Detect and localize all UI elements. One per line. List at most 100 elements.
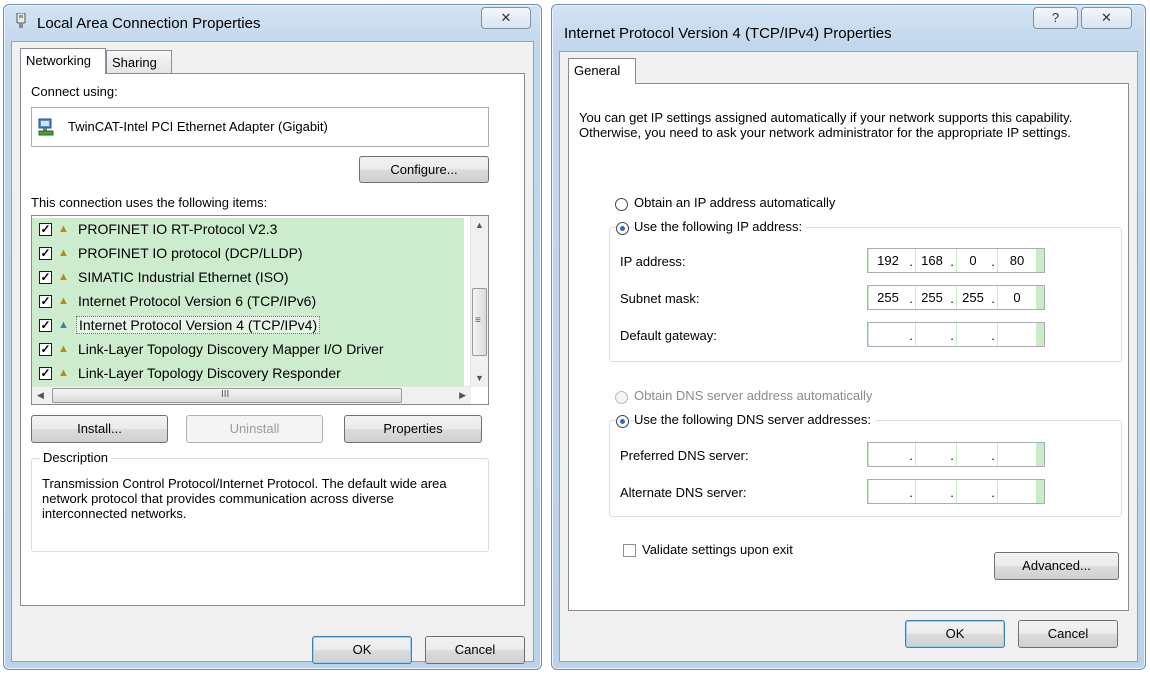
list-item[interactable]: ✓ ▲ SIMATIC Industrial Ethernet (ISO) — [32, 266, 464, 290]
cancel-button[interactable]: Cancel — [425, 636, 525, 664]
scroll-down-icon[interactable]: ▼ — [475, 373, 484, 383]
list-item-selected[interactable]: ✓ ▲ Internet Protocol Version 4 (TCP/IPv… — [32, 314, 464, 338]
ip-octet[interactable] — [998, 480, 1036, 503]
item-checkbox[interactable]: ✓ — [39, 319, 52, 332]
item-checkbox[interactable]: ✓ — [39, 223, 52, 236]
description-text: Transmission Control Protocol/Internet P… — [42, 476, 447, 521]
obtain-dns-auto-radio[interactable] — [615, 391, 628, 404]
ip-octet[interactable] — [869, 323, 907, 346]
ip-octet[interactable] — [916, 443, 948, 466]
ok-button[interactable]: OK — [905, 620, 1005, 648]
item-checkbox[interactable]: ✓ — [39, 367, 52, 380]
obtain-ip-auto-radio[interactable] — [615, 198, 628, 211]
preferred-dns-field[interactable]: . . . — [867, 442, 1045, 467]
ip-dot: . — [989, 286, 997, 309]
ip-octet[interactable] — [916, 323, 948, 346]
title-bar[interactable]: Internet Protocol Version 4 (TCP/IPv4) P… — [552, 5, 1145, 42]
scroll-thumb[interactable]: III — [52, 388, 402, 403]
use-following-dns-radio[interactable] — [616, 415, 629, 428]
item-checkbox[interactable]: ✓ — [39, 343, 52, 356]
close-button[interactable]: ✕ — [1081, 7, 1132, 29]
ip-octet[interactable] — [998, 323, 1036, 346]
install-button[interactable]: Install... — [31, 415, 168, 443]
item-checkbox[interactable]: ✓ — [39, 295, 52, 308]
subnet-mask-field[interactable]: 255 . 255 . 255 . 0 — [867, 285, 1045, 310]
item-label: Internet Protocol Version 6 (TCP/IPv6) — [78, 293, 317, 309]
list-item[interactable]: ✓ ▲ PROFINET IO RT-Protocol V2.3 — [32, 218, 464, 242]
ip-octet[interactable]: 255 — [869, 286, 907, 309]
ip-octet[interactable] — [957, 443, 989, 466]
vertical-scrollbar[interactable]: ▲ ≡ ▼ — [470, 216, 488, 387]
alternate-dns-field[interactable]: . . . — [867, 479, 1045, 504]
close-button[interactable]: ✕ — [481, 7, 531, 29]
tab-networking[interactable]: Networking — [20, 48, 106, 74]
horizontal-scrollbar[interactable]: ◀ III ▶ — [32, 386, 471, 404]
ip-octet[interactable] — [998, 443, 1036, 466]
ip-dot: . — [948, 443, 956, 466]
items-list[interactable]: ✓ ▲ PROFINET IO RT-Protocol V2.3 ✓ ▲ PRO… — [31, 215, 489, 405]
ip-dot: . — [907, 286, 915, 309]
ok-button[interactable]: OK — [312, 636, 412, 664]
tab-general-label: General — [574, 63, 621, 78]
title-bar[interactable]: Local Area Connection Properties ✕ — [4, 5, 541, 41]
ip-address-label: IP address: — [620, 254, 686, 269]
ip-octet[interactable]: 255 — [957, 286, 989, 309]
tab-general[interactable]: General — [568, 58, 636, 84]
properties-button[interactable]: Properties — [344, 415, 482, 443]
ip-octet[interactable] — [869, 443, 907, 466]
configure-button[interactable]: Configure... — [359, 156, 489, 183]
ip-dot: . — [948, 323, 956, 346]
ip-dot: . — [989, 249, 997, 272]
list-item[interactable]: ✓ ▲ Internet Protocol Version 6 (TCP/IPv… — [32, 290, 464, 314]
use-following-dns-label: Use the following DNS server addresses: — [634, 412, 875, 427]
ip-dot: . — [907, 443, 915, 466]
ip-octet[interactable] — [957, 480, 989, 503]
scroll-right-icon[interactable]: ▶ — [459, 390, 466, 401]
validate-label: Validate settings upon exit — [642, 542, 793, 557]
scroll-thumb[interactable]: ≡ — [472, 288, 487, 356]
ip-octet[interactable] — [916, 480, 948, 503]
protocol-icon: ▲ — [58, 343, 69, 355]
ip-octet[interactable]: 192 — [869, 249, 907, 272]
protocol-icon: ▲ — [58, 271, 69, 283]
help-icon: ? — [1051, 10, 1060, 25]
list-item[interactable]: ✓ ▲ Link-Layer Topology Discovery Respon… — [32, 362, 464, 386]
preferred-dns-label: Preferred DNS server: — [620, 448, 749, 463]
help-button[interactable]: ? — [1033, 7, 1078, 29]
default-gateway-field[interactable]: . . . — [867, 322, 1045, 347]
protocol-icon: ▲ — [58, 295, 69, 307]
dns-server-group: Use the following DNS server addresses: … — [609, 412, 1122, 517]
ip-octet[interactable]: 0 — [998, 286, 1036, 309]
ipv4-properties-window: Internet Protocol Version 4 (TCP/IPv4) P… — [551, 4, 1146, 670]
ip-address-field[interactable]: 192 . 168 . 0 . 80 — [867, 248, 1045, 273]
use-following-ip-radio[interactable] — [616, 222, 629, 235]
scroll-up-icon[interactable]: ▲ — [475, 220, 484, 230]
ip-octet[interactable] — [869, 480, 907, 503]
item-checkbox[interactable]: ✓ — [39, 271, 52, 284]
close-icon: ✕ — [1101, 10, 1112, 25]
subnet-mask-label: Subnet mask: — [620, 291, 700, 306]
ip-octet[interactable] — [957, 323, 989, 346]
advanced-button[interactable]: Advanced... — [994, 552, 1119, 580]
ip-dot: . — [907, 249, 915, 272]
ip-dot: . — [989, 480, 997, 503]
tab-sharing[interactable]: Sharing — [106, 50, 172, 74]
list-item[interactable]: ✓ ▲ Link-Layer Topology Discovery Mapper… — [32, 338, 464, 362]
ip-dot: . — [948, 249, 956, 272]
ip-octet[interactable]: 80 — [998, 249, 1036, 272]
item-label: SIMATIC Industrial Ethernet (ISO) — [78, 269, 289, 285]
list-item[interactable]: ✓ ▲ PROFINET IO protocol (DCP/LLDP) — [32, 242, 464, 266]
scroll-left-icon[interactable]: ◀ — [37, 390, 44, 401]
dialog-client-area: Networking Sharing Connect using: TwinCA… — [11, 41, 534, 664]
protocol-icon: ▲ — [58, 223, 69, 235]
tab-sharing-label: Sharing — [112, 55, 157, 70]
network-card-icon — [37, 118, 55, 139]
grip-icon: III — [221, 389, 230, 400]
validate-checkbox[interactable] — [623, 544, 636, 557]
ip-octet[interactable]: 0 — [957, 249, 989, 272]
cancel-button[interactable]: Cancel — [1018, 620, 1118, 648]
ip-octet[interactable]: 168 — [916, 249, 948, 272]
item-checkbox[interactable]: ✓ — [39, 247, 52, 260]
ip-octet[interactable]: 255 — [916, 286, 948, 309]
uninstall-button[interactable]: Uninstall — [186, 415, 323, 443]
